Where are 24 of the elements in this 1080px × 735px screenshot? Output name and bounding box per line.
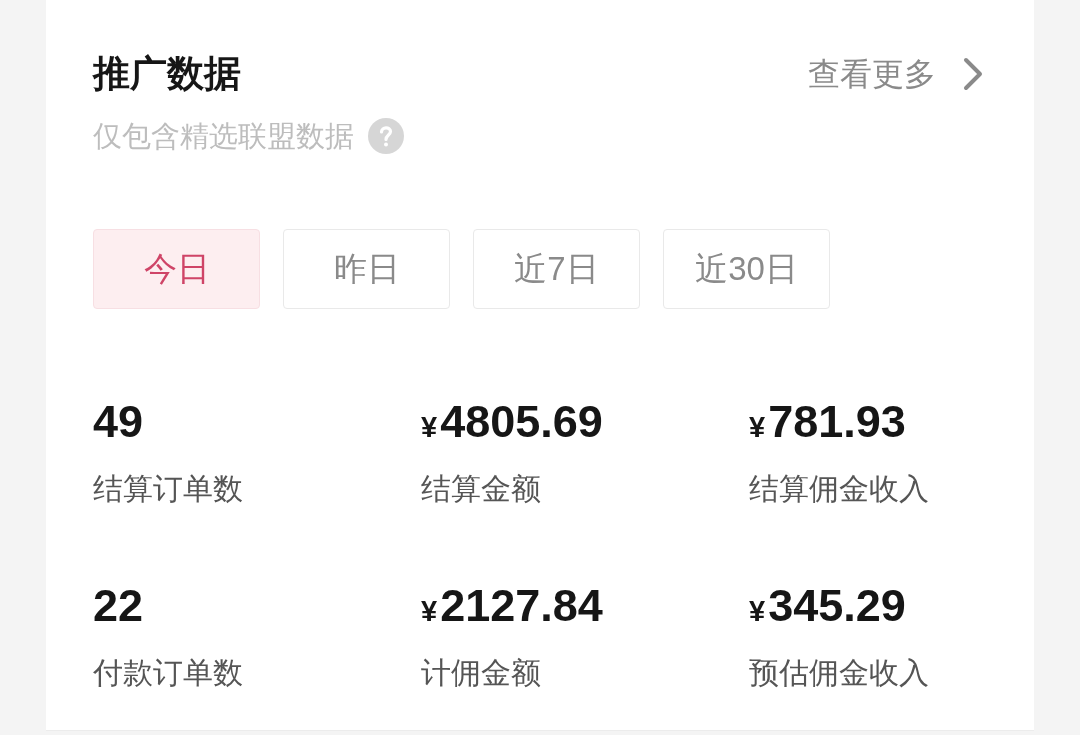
metric-value: 49: [93, 396, 144, 448]
metric-label: 结算金额: [421, 471, 541, 507]
metric-value: 781.93: [768, 396, 906, 448]
chevron-right-icon[interactable]: [962, 57, 984, 91]
metric-label: 预估佣金收入: [749, 655, 929, 691]
metric-label: 付款订单数: [93, 655, 243, 691]
subtitle-text: 仅包含精选联盟数据: [93, 119, 354, 154]
date-range-tab[interactable]: 近30日: [663, 229, 830, 309]
metric-value: 345.29: [768, 580, 906, 632]
view-more-link[interactable]: 查看更多: [808, 52, 936, 96]
date-range-tab[interactable]: 昨日: [283, 229, 450, 309]
metric-label: 结算佣金收入: [749, 471, 929, 507]
currency-symbol: ¥: [421, 595, 438, 628]
date-range-tab[interactable]: 近7日: [473, 229, 640, 309]
metric-value: 4805.69: [440, 396, 603, 448]
metric-value: 22: [93, 580, 144, 632]
currency-symbol: ¥: [749, 411, 766, 444]
currency-symbol: ¥: [749, 595, 766, 628]
metric-value: 2127.84: [440, 580, 603, 632]
metric-label: 计佣金额: [421, 655, 541, 691]
currency-symbol: ¥: [421, 411, 438, 444]
section-title: 推广数据: [93, 52, 241, 96]
date-range-tab[interactable]: 今日: [93, 229, 260, 309]
metric-label: 结算订单数: [93, 471, 243, 507]
